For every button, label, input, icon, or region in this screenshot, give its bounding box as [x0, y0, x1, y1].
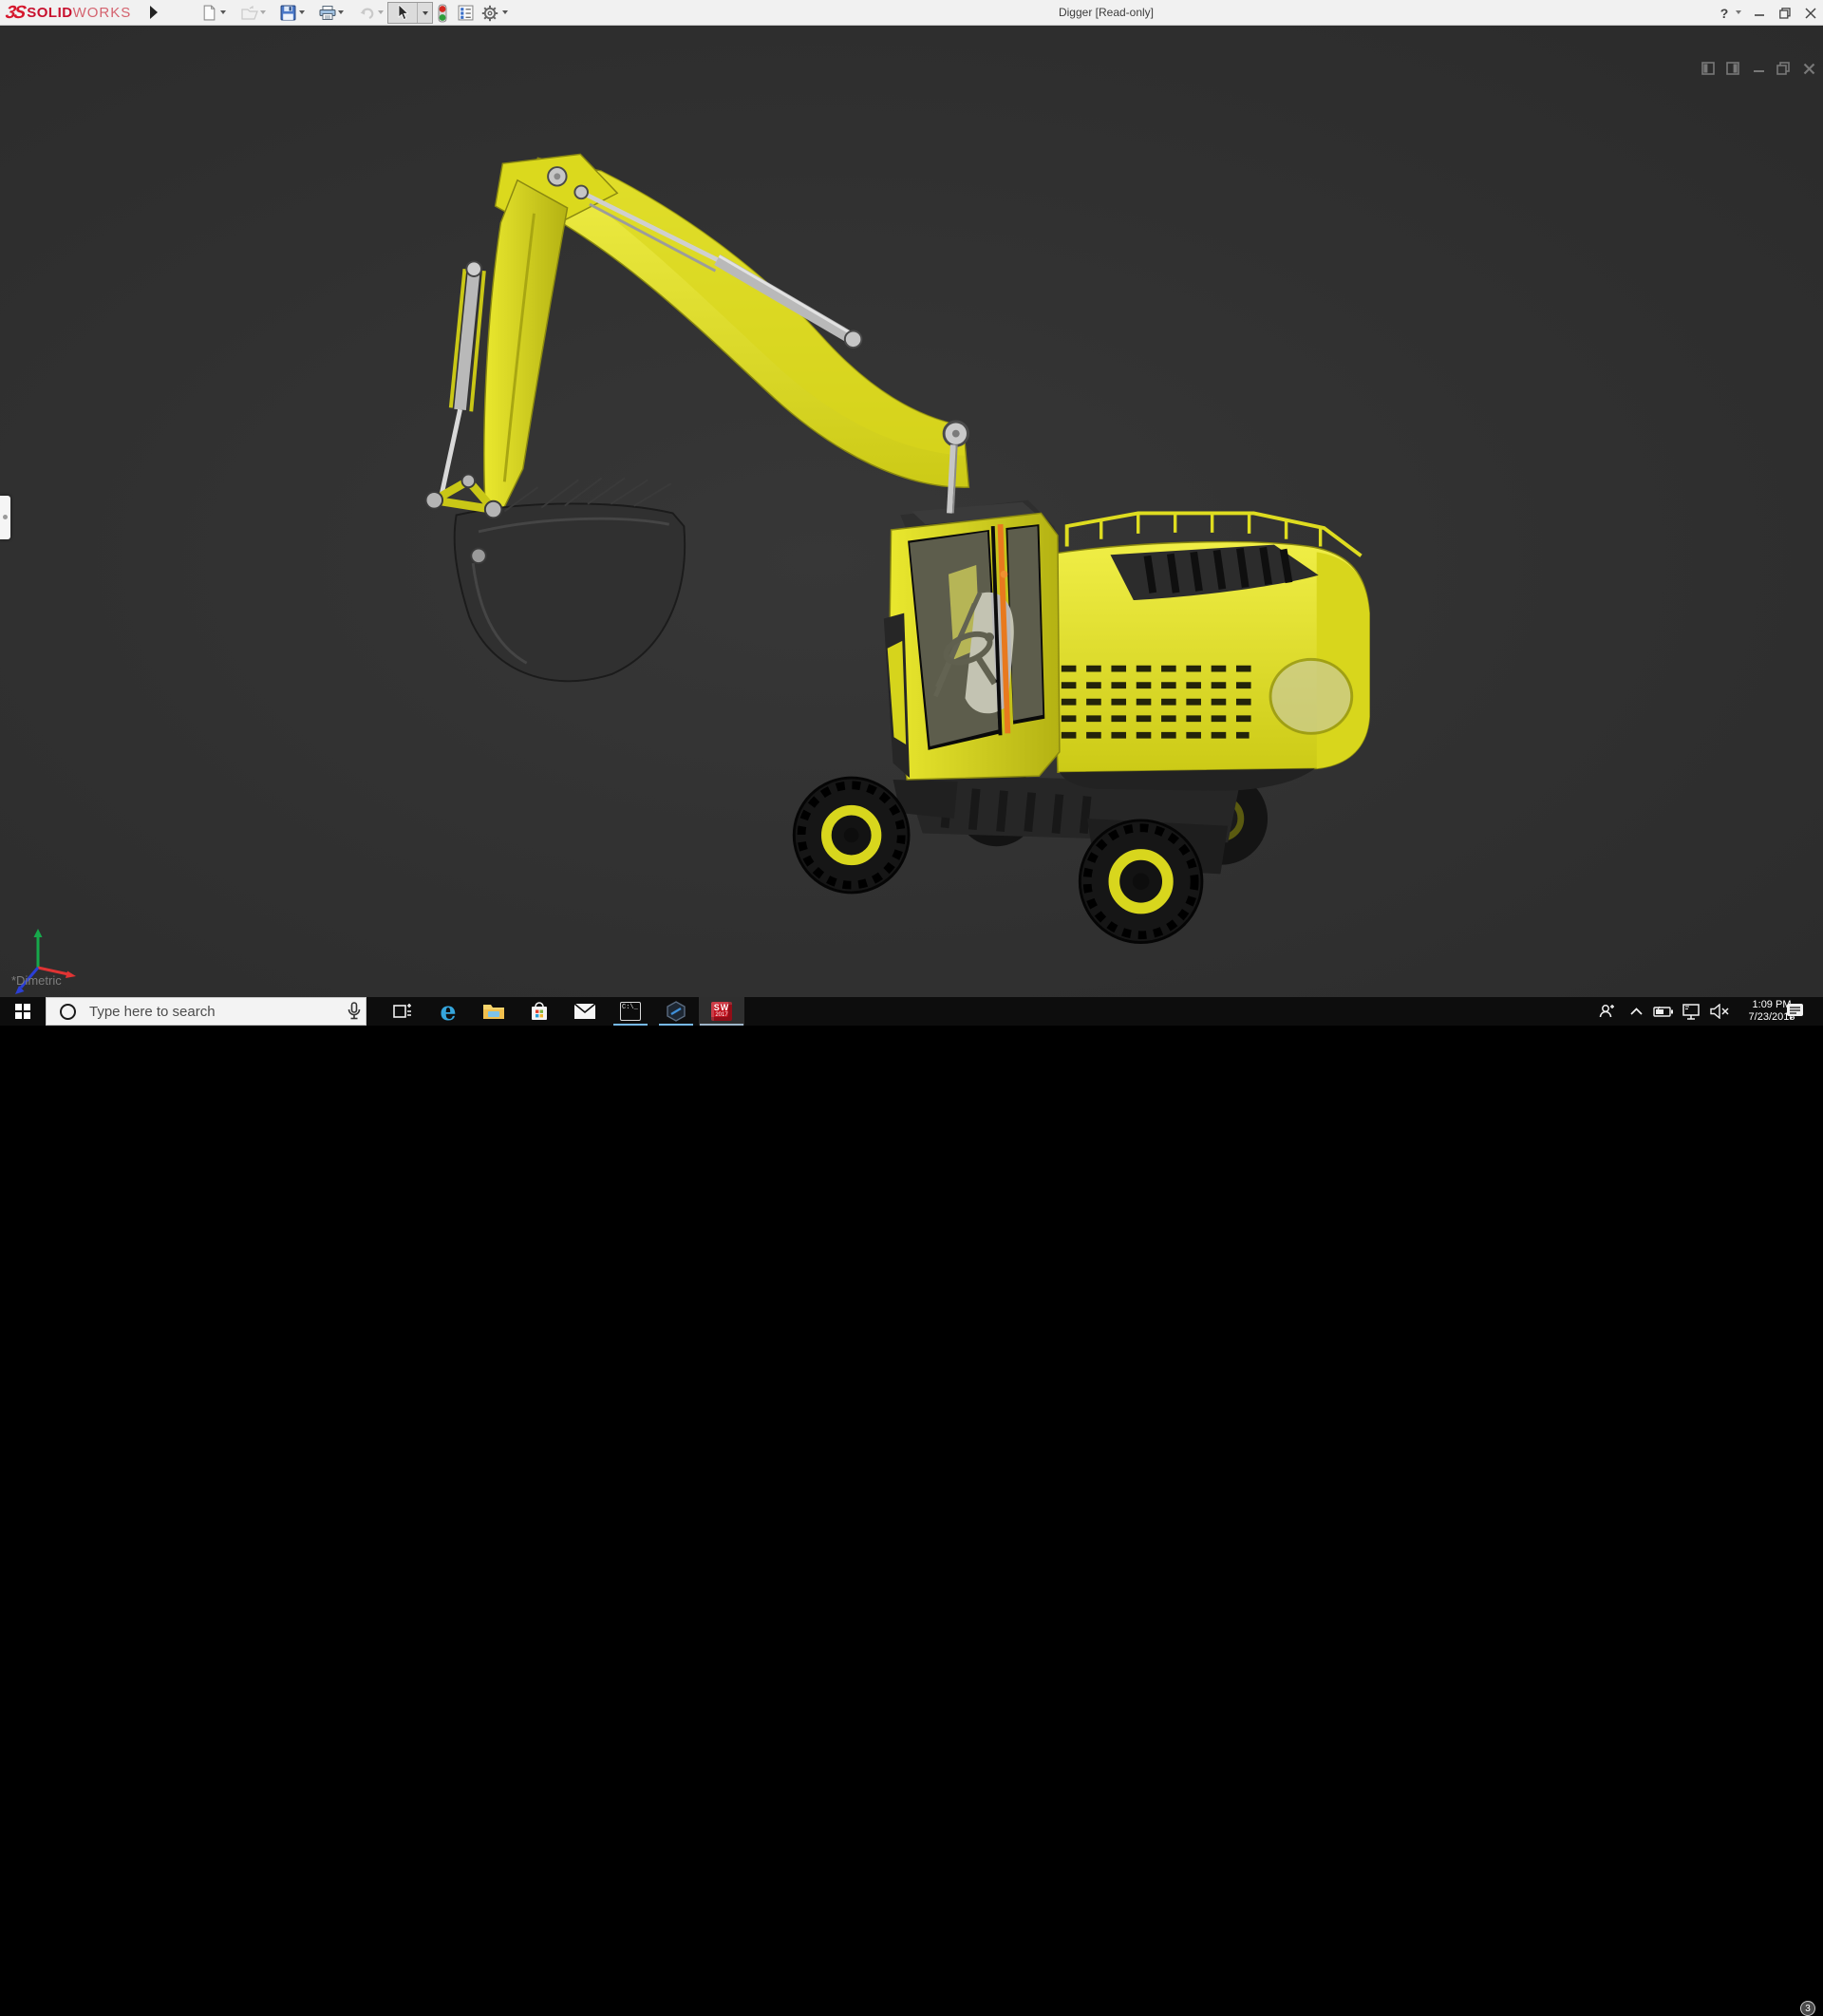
rebuild-button[interactable] [432, 3, 452, 23]
solidworks-logo: 3S SOLIDWORKS [6, 1, 131, 25]
windows-start-icon [15, 1004, 30, 1019]
file-explorer-button[interactable] [471, 997, 517, 1026]
undo-icon [359, 6, 376, 21]
close-button[interactable] [1800, 0, 1821, 26]
cortana-circle-icon [60, 1004, 76, 1020]
help-button[interactable]: ? [1715, 0, 1734, 26]
file-properties-button[interactable] [456, 3, 476, 23]
command-prompt-button[interactable]: C:\_ [608, 997, 653, 1026]
taskbar-search[interactable] [46, 997, 366, 1026]
rebuild-traffic-light-icon [437, 4, 448, 23]
title-bar: 3S SOLIDWORKS [0, 0, 1823, 26]
excavator-bucket [426, 475, 686, 682]
menu-flyout-arrow-icon[interactable] [150, 6, 158, 19]
cab-glass-side [1007, 526, 1043, 721]
open-icon [241, 6, 258, 21]
chevron-down-icon [423, 11, 428, 15]
dipper-arm [484, 180, 568, 541]
minimize-icon [1755, 8, 1765, 18]
start-button[interactable] [0, 997, 46, 1026]
solidworks-2017-button[interactable]: SW 2017 [699, 997, 744, 1026]
notification-count-badge: 3 [1800, 2001, 1815, 2016]
view-orientation-label: *Dimetric [11, 973, 62, 988]
people-button[interactable] [1593, 997, 1620, 1026]
graphics-viewport[interactable]: *Dimetric [0, 26, 1823, 997]
triad-x-axis-icon [66, 971, 76, 979]
undo-dropdown[interactable] [378, 10, 384, 14]
store-button[interactable] [517, 997, 562, 1026]
windows-taskbar: e C:\_ [0, 997, 1823, 1026]
hexagon-app-button[interactable] [653, 997, 699, 1026]
volume-button[interactable] [1705, 997, 1734, 1026]
new-document-button[interactable] [199, 3, 219, 23]
close-icon [1805, 8, 1816, 19]
network-icon [1682, 1004, 1701, 1020]
print-dropdown[interactable] [338, 10, 344, 14]
options-dropdown[interactable] [502, 10, 508, 14]
search-input[interactable] [87, 1003, 306, 1021]
edge-button[interactable]: e [425, 997, 471, 1026]
solidworks-logo-mark-icon: 3S [4, 3, 26, 24]
excavator-boom [442, 154, 968, 540]
store-icon [530, 1001, 549, 1022]
save-icon [280, 5, 296, 21]
options-button[interactable] [479, 3, 499, 23]
save-dropdown[interactable] [299, 10, 305, 14]
brand-solid-text: SOLID [27, 5, 72, 21]
solidworks-2017-icon: SW 2017 [711, 1002, 732, 1021]
select-tool-button[interactable] [388, 3, 418, 23]
command-prompt-icon: C:\_ [620, 1002, 641, 1021]
select-cursor-icon [396, 5, 409, 21]
open-dropdown[interactable] [260, 10, 266, 14]
excavator-cab [884, 500, 1060, 780]
gear-icon [481, 5, 498, 22]
hexagon-app-icon [665, 1000, 687, 1023]
mail-icon [573, 1003, 596, 1020]
sw-cube-year: 2017 [715, 1012, 727, 1019]
notifications-icon [1786, 1003, 1805, 1021]
excavator-body [1037, 512, 1370, 790]
task-view-icon [393, 1003, 412, 1020]
document-title: Digger [Read-only] [987, 0, 1225, 26]
print-icon [319, 5, 336, 21]
volume-muted-icon [1710, 1004, 1730, 1019]
battery-icon [1653, 1006, 1674, 1018]
edge-icon: e [440, 999, 456, 1025]
microphone-icon[interactable] [348, 1002, 361, 1021]
select-tool-group [387, 2, 433, 24]
excavator-model[interactable] [0, 26, 1823, 997]
sw-cube-label: SW [714, 1004, 730, 1012]
brand-works-text: WORKS [73, 5, 132, 21]
minimize-button[interactable] [1750, 0, 1769, 26]
restore-icon [1779, 8, 1791, 19]
body-side-window [1270, 659, 1352, 733]
help-dropdown[interactable] [1736, 10, 1741, 14]
save-button[interactable] [278, 3, 298, 23]
new-document-dropdown[interactable] [220, 10, 226, 14]
action-center-button[interactable] [1783, 997, 1808, 1026]
people-icon [1598, 1003, 1615, 1020]
select-tool-dropdown[interactable] [418, 3, 432, 23]
new-document-icon [201, 5, 217, 21]
open-button[interactable] [239, 3, 259, 23]
print-button[interactable] [317, 3, 337, 23]
undo-button[interactable] [357, 3, 377, 23]
triad-y-axis-icon [34, 929, 43, 937]
restore-button[interactable] [1775, 0, 1795, 26]
hidden-icons-button[interactable] [1624, 997, 1648, 1026]
network-button[interactable] [1677, 997, 1705, 1026]
file-properties-icon [458, 5, 474, 21]
mail-button[interactable] [562, 997, 608, 1026]
battery-button[interactable] [1650, 997, 1677, 1026]
task-view-button[interactable] [380, 997, 425, 1026]
file-explorer-icon [482, 1002, 505, 1021]
chevron-up-icon [1630, 1008, 1643, 1015]
